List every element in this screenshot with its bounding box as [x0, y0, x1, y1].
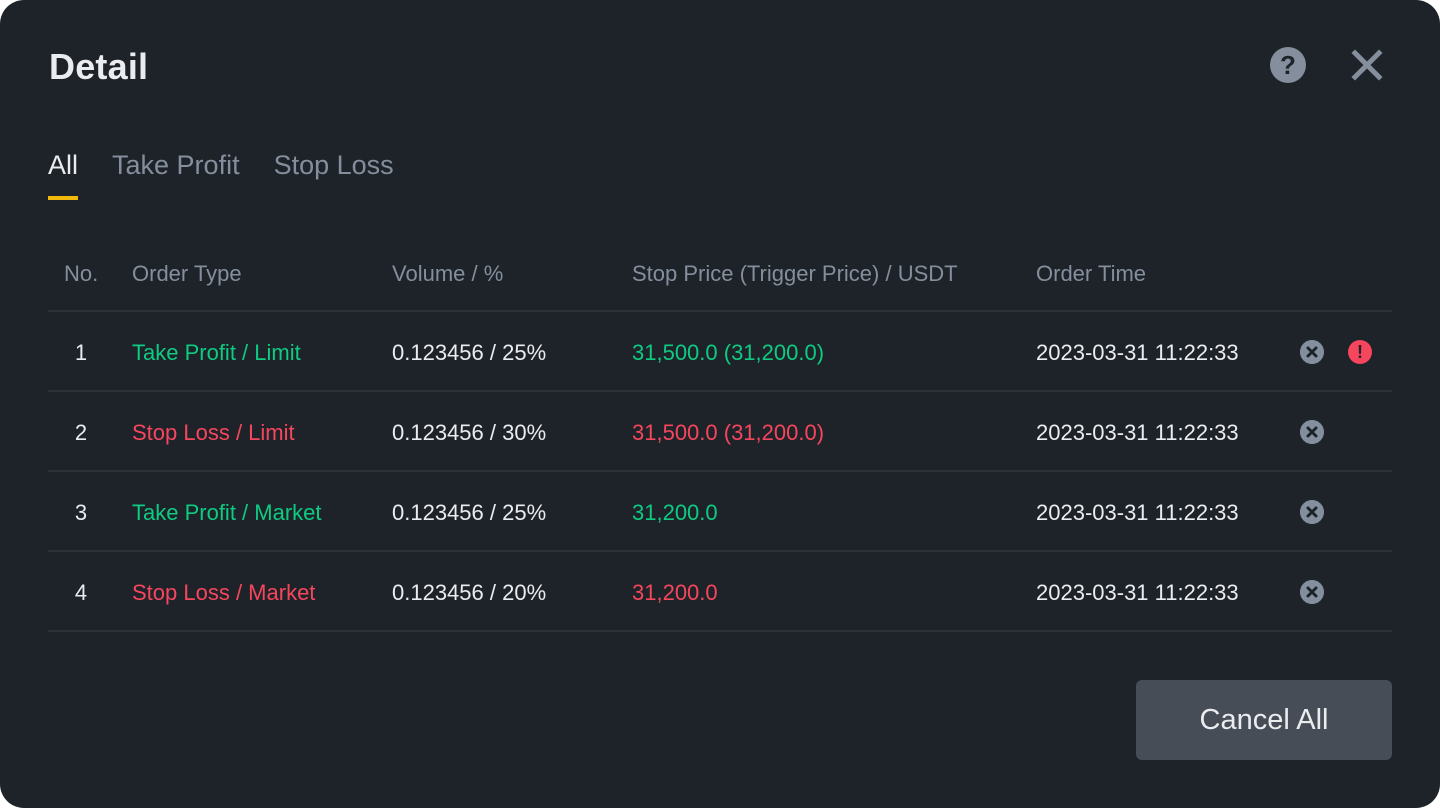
tab-all[interactable]: All [48, 150, 79, 200]
table-row: 2 Stop Loss / Limit 0.123456 / 30% 31,50… [48, 392, 1392, 472]
order-price: 31,500.0 (31,200.0) [632, 420, 825, 445]
column-header-no: No. [64, 261, 99, 286]
tab-stop-loss[interactable]: Stop Loss [274, 150, 394, 181]
column-header-stop-price: Stop Price (Trigger Price) / USDT [632, 261, 958, 286]
table-row: 1 Take Profit / Limit 0.123456 / 25% 31,… [48, 312, 1392, 392]
cancel-order-icon[interactable] [1300, 340, 1324, 364]
order-price: 31,200.0 [632, 580, 718, 605]
order-volume: 0.123456 / 25% [392, 500, 547, 525]
cancel-order-icon[interactable] [1300, 500, 1324, 524]
cancel-all-button[interactable]: Cancel All [1136, 680, 1392, 760]
table-row: 3 Take Profit / Market 0.123456 / 25% 31… [48, 472, 1392, 552]
cancel-order-icon[interactable] [1300, 420, 1324, 444]
order-price: 31,500.0 (31,200.0) [632, 340, 825, 365]
order-time: 2023-03-31 11:22:33 [1036, 340, 1239, 365]
row-number: 1 [74, 340, 88, 365]
order-time: 2023-03-31 11:22:33 [1036, 420, 1239, 445]
column-header-volume: Volume / % [392, 261, 504, 286]
order-volume: 0.123456 / 30% [392, 420, 547, 445]
cancel-order-icon[interactable] [1300, 580, 1324, 604]
order-time: 2023-03-31 11:22:33 [1036, 580, 1239, 605]
order-time: 2023-03-31 11:22:33 [1036, 500, 1239, 525]
close-icon[interactable] [1350, 48, 1384, 82]
tab-take-profit[interactable]: Take Profit [112, 150, 240, 181]
warning-icon[interactable]: ! [1348, 340, 1372, 364]
detail-modal: Detail ? All Take Profit Stop Loss No. O… [0, 0, 1440, 808]
order-type: Take Profit / Limit [132, 340, 301, 365]
orders-table: No. Order Type Volume / % Stop Price (Tr… [48, 232, 1392, 632]
table-row: 4 Stop Loss / Market 0.123456 / 20% 31,2… [48, 552, 1392, 632]
order-volume: 0.123456 / 20% [392, 580, 547, 605]
order-price: 31,200.0 [632, 500, 718, 525]
row-number: 3 [74, 500, 88, 525]
column-header-order-type: Order Type [132, 261, 242, 286]
help-icon[interactable]: ? [1270, 47, 1306, 83]
column-header-order-time: Order Time [1036, 261, 1147, 286]
order-type: Take Profit / Market [132, 500, 322, 525]
order-volume: 0.123456 / 25% [392, 340, 547, 365]
row-number: 4 [74, 580, 88, 605]
order-type: Stop Loss / Market [132, 580, 316, 605]
order-type: Stop Loss / Limit [132, 420, 295, 445]
row-number: 2 [74, 420, 88, 445]
table-header: No. Order Type Volume / % Stop Price (Tr… [48, 232, 1392, 312]
modal-title: Detail [49, 46, 149, 87]
tab-bar: All Take Profit Stop Loss [48, 150, 428, 200]
